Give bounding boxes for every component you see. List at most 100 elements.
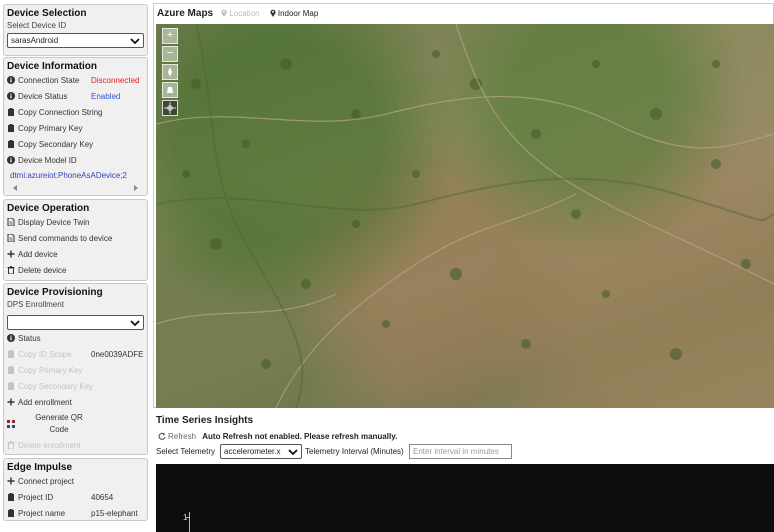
location-tab[interactable]: Location <box>221 9 260 18</box>
add-enrollment-label: Add enrollment <box>18 398 72 407</box>
device-provisioning-title: Device Provisioning <box>7 287 103 298</box>
display-device-twin-label: Display Device Twin <box>18 218 90 227</box>
connect-project-button[interactable]: Connect project <box>4 474 147 490</box>
copy-secondary-key-label: Copy Secondary Key <box>18 140 94 149</box>
plus-icon <box>7 250 15 258</box>
connection-state-value: Disconnected <box>91 76 140 85</box>
zoom-in-button[interactable]: + <box>162 28 178 44</box>
qr-code-icon <box>7 420 15 428</box>
generate-qr-button[interactable]: Generate QR Code <box>4 411 147 438</box>
device-operation-card: Device Operation Display Device Twin Sen… <box>3 199 148 281</box>
select-telemetry-label: Select Telemetry <box>156 447 215 456</box>
copy-primary-key-button[interactable]: Copy Primary Key <box>4 121 147 137</box>
sidebar: Device Selection Select Device ID sarasA… <box>0 0 150 532</box>
telemetry-row: Select Telemetry accelerometer.x Telemet… <box>153 443 774 461</box>
plus-icon <box>7 398 15 406</box>
project-id-value: 40654 <box>91 493 114 502</box>
connect-project-label: Connect project <box>18 477 75 486</box>
device-selection-card: Device Selection Select Device ID sarasA… <box>3 4 148 56</box>
delete-enrollment-button[interactable]: Delete enrollment <box>4 438 147 454</box>
clipboard-icon <box>7 382 15 390</box>
project-name-value: p15-elephant <box>91 509 138 518</box>
provisioning-copy-secondary-key-button[interactable]: Copy Secondary Key <box>4 379 147 395</box>
select-device-label: Select Device ID <box>7 21 67 30</box>
zoom-out-button[interactable]: − <box>162 46 178 62</box>
clipboard-icon <box>7 493 15 501</box>
connection-state-label: Connection State <box>18 76 80 85</box>
chevron-down-icon <box>130 38 140 45</box>
indoor-map-tab[interactable]: Indoor Map <box>270 9 318 18</box>
project-name-row[interactable]: Project name p15-elephant <box>4 506 147 522</box>
copy-id-scope-button[interactable]: Copy ID Scope 0ne0039ADFE <box>4 347 147 363</box>
compass-button[interactable] <box>162 64 178 80</box>
send-commands-label: Send commands to device <box>18 234 113 243</box>
device-model-id-label: Device Model ID <box>18 156 77 165</box>
telemetry-interval-label: Telemetry Interval (Minutes) <box>305 447 404 456</box>
location-label: Location <box>229 9 260 18</box>
document-icon <box>7 234 15 242</box>
auto-refresh-message: Auto Refresh not enabled. Please refresh… <box>202 432 398 441</box>
device-id-select[interactable]: sarasAndroid <box>7 33 144 48</box>
provisioning-status-row: Status <box>4 331 147 347</box>
refresh-row: Refresh Auto Refresh not enabled. Please… <box>153 430 774 443</box>
compass-icon <box>168 67 172 77</box>
device-model-id-value[interactable]: dtmi:azureiot:PhoneAsADevice;2 <box>4 169 147 182</box>
chart-y-axis <box>189 512 190 532</box>
pitch-icon <box>167 87 173 93</box>
refresh-label: Refresh <box>168 432 197 441</box>
info-circle-icon <box>7 76 15 84</box>
telemetry-chart: 1 <box>156 464 774 532</box>
trash-icon <box>7 266 15 274</box>
clipboard-icon <box>7 108 15 116</box>
device-operation-title: Device Operation <box>7 203 90 214</box>
dps-enrollment-select[interactable] <box>7 315 144 330</box>
satellite-map[interactable]: + − <box>156 24 774 408</box>
telemetry-select-value: accelerometer.x <box>224 447 281 456</box>
generate-qr-label-line2: Code <box>49 425 69 434</box>
id-scope-value: 0ne0039ADFE <box>91 350 144 359</box>
provisioning-status-label: Status <box>18 334 41 343</box>
project-id-label: Project ID <box>18 493 54 502</box>
map-terrain-texture <box>156 24 774 408</box>
copy-connection-string-button[interactable]: Copy Connection String <box>4 105 147 121</box>
scroll-left-icon[interactable] <box>13 185 17 191</box>
provisioning-copy-primary-key-label: Copy Primary Key <box>18 366 83 375</box>
map-style-button[interactable] <box>162 100 178 116</box>
map-controls: + − <box>162 28 178 118</box>
device-id-value: sarasAndroid <box>11 36 59 45</box>
telemetry-select[interactable]: accelerometer.x <box>220 444 302 459</box>
telemetry-interval-input[interactable]: Enter interval in minutes <box>409 444 512 459</box>
map-pin-icon <box>270 9 276 17</box>
map-pin-icon <box>221 9 227 17</box>
connection-state-row: Connection State Disconnected <box>4 73 147 89</box>
send-commands-button[interactable]: Send commands to device <box>4 231 147 247</box>
refresh-button[interactable]: Refresh <box>158 432 196 441</box>
info-circle-icon <box>7 156 15 164</box>
copy-primary-key-label: Copy Primary Key <box>18 124 83 133</box>
scroll-right-icon[interactable] <box>134 185 138 191</box>
edge-impulse-card: Edge Impulse Connect project Project ID … <box>3 458 148 521</box>
trash-icon <box>7 441 15 449</box>
clipboard-icon <box>7 350 15 358</box>
horizontal-scrollbar[interactable] <box>7 183 144 195</box>
plus-icon <box>7 477 15 485</box>
add-enrollment-button[interactable]: Add enrollment <box>4 395 147 411</box>
pitch-button[interactable] <box>162 82 178 98</box>
device-status-row: Device Status Enabled <box>4 89 147 105</box>
provisioning-copy-primary-key-button[interactable]: Copy Primary Key <box>4 363 147 379</box>
delete-device-label: Delete device <box>18 266 67 275</box>
add-device-button[interactable]: Add device <box>4 247 147 263</box>
project-name-label: Project name <box>18 509 66 518</box>
device-status-value: Enabled <box>91 92 121 101</box>
edge-impulse-title: Edge Impulse <box>7 462 73 473</box>
azure-maps-title: Azure Maps <box>157 8 214 19</box>
clipboard-icon <box>7 140 15 148</box>
project-id-row[interactable]: Project ID 40654 <box>4 490 147 506</box>
info-circle-icon <box>7 92 15 100</box>
copy-id-scope-label: Copy ID Scope <box>18 350 72 359</box>
device-information-title: Device Information <box>7 61 98 72</box>
azure-maps-panel: Azure Maps Location Indoor Map + − <box>153 3 774 408</box>
display-device-twin-button[interactable]: Display Device Twin <box>4 215 147 231</box>
copy-secondary-key-button[interactable]: Copy Secondary Key <box>4 137 147 153</box>
delete-device-button[interactable]: Delete device <box>4 263 147 279</box>
